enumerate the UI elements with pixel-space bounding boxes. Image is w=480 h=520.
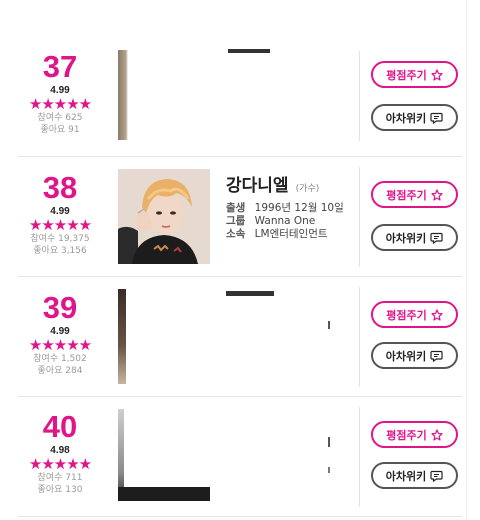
rank-number: 37 (42, 49, 78, 84)
agency-value: LM엔터테인먼트 (254, 228, 328, 240)
star-rating: ★★★★★ (28, 216, 92, 234)
agency-line: 소속 LM엔터테인먼트 (226, 228, 351, 241)
rate-button-label: 평점주기 (386, 188, 427, 202)
birth-label: 출생 (226, 202, 246, 214)
participant-count: 참여수 711 (37, 473, 83, 483)
star-rating: ★★★★★ (28, 455, 92, 473)
cropped-mark (328, 437, 330, 447)
like-count: 좋아요 3,156 (33, 246, 87, 256)
speech-bubble-icon (430, 112, 443, 124)
profile-photo[interactable] (118, 169, 210, 264)
rank-number: 38 (42, 170, 78, 205)
profile-photo[interactable] (118, 409, 210, 501)
speech-bubble-icon (430, 350, 443, 362)
group-value: Wanna One (254, 215, 316, 227)
rate-button-label: 평점주기 (386, 68, 427, 82)
rate-button-label: 평점주기 (386, 308, 427, 322)
artist-job: (가수) (295, 184, 320, 194)
participant-count: 참여수 625 (37, 113, 83, 123)
cropped-name-fragment (226, 291, 274, 296)
wiki-button[interactable]: 아차위키 (371, 342, 458, 369)
rank-column: 39 4.99 ★★★★★ 참여수 1,502 좋아요 284 (18, 292, 102, 377)
ranking-row: 38 4.99 ★★★★★ 참여수 19,375 좋아요 3,156 강다니엘 … (0, 157, 480, 275)
cropped-mark (328, 321, 330, 329)
rate-button[interactable]: 평점주기 (371, 61, 458, 88)
star-rating: ★★★★★ (28, 95, 92, 113)
group-line: 그룹 Wanna One (226, 215, 351, 228)
star-outline-icon (431, 308, 443, 321)
cropped-name-fragment (228, 49, 270, 53)
portrait-illustration (118, 169, 210, 264)
like-count: 좋아요 284 (37, 366, 83, 376)
rank-number: 39 (42, 290, 78, 325)
cropped-mark (328, 467, 330, 473)
wiki-button-label: 아차위키 (385, 349, 427, 363)
like-count: 좋아요 130 (37, 485, 83, 495)
wiki-button-label: 아차위키 (385, 469, 427, 483)
rate-button-label: 평점주기 (386, 428, 427, 442)
right-edge (466, 0, 467, 520)
ranking-row: 40 4.98 ★★★★★ 참여수 711 좋아요 130 평점주기 아차위키 (0, 397, 480, 515)
star-outline-icon (431, 428, 443, 441)
star-outline-icon (431, 68, 443, 81)
star-outline-icon (431, 188, 443, 201)
speech-bubble-icon (430, 232, 443, 244)
rank-column: 40 4.98 ★★★★★ 참여수 711 좋아요 130 (18, 411, 102, 496)
wiki-button[interactable]: 아차위키 (371, 462, 458, 489)
participant-count: 참여수 19,375 (30, 234, 90, 244)
agency-label: 소속 (226, 228, 246, 240)
artist-name[interactable]: 강다니엘 (226, 176, 289, 196)
wiki-button-label: 아차위키 (385, 231, 427, 245)
rank-column: 37 4.99 ★★★★★ 참여수 625 좋아요 91 (18, 51, 102, 136)
profile-photo[interactable] (118, 289, 210, 384)
speech-bubble-icon (430, 470, 443, 482)
ranking-row: 37 4.99 ★★★★★ 참여수 625 좋아요 91 평점주기 아차위키 (0, 37, 480, 155)
birth-line: 출생 1996년 12월 10일 (226, 202, 351, 215)
like-count: 좋아요 91 (40, 125, 80, 135)
rate-button[interactable]: 평점주기 (371, 421, 458, 448)
wiki-button-label: 아차위키 (385, 111, 427, 125)
wiki-button[interactable]: 아차위키 (371, 224, 458, 251)
artist-name-line: 강다니엘 (가수) (226, 171, 351, 196)
group-label: 그룹 (226, 215, 246, 227)
rate-button[interactable]: 평점주기 (371, 181, 458, 208)
ranking-row: 39 4.99 ★★★★★ 참여수 1,502 좋아요 284 평점주기 아차위… (0, 277, 480, 395)
profile-photo[interactable] (118, 50, 210, 140)
star-rating: ★★★★★ (28, 336, 92, 354)
ranking-list: 37 4.99 ★★★★★ 참여수 625 좋아요 91 평점주기 아차위키 3… (0, 0, 480, 520)
rank-column: 38 4.99 ★★★★★ 참여수 19,375 좋아요 3,156 (18, 172, 102, 257)
artist-info: 강다니엘 (가수) 출생 1996년 12월 10일 그룹 Wanna One … (226, 171, 351, 241)
participant-count: 참여수 1,502 (33, 354, 87, 364)
wiki-button[interactable]: 아차위키 (371, 104, 458, 131)
rank-number: 40 (42, 409, 78, 444)
birth-value: 1996년 12월 10일 (254, 202, 344, 214)
rate-button[interactable]: 평점주기 (371, 301, 458, 328)
